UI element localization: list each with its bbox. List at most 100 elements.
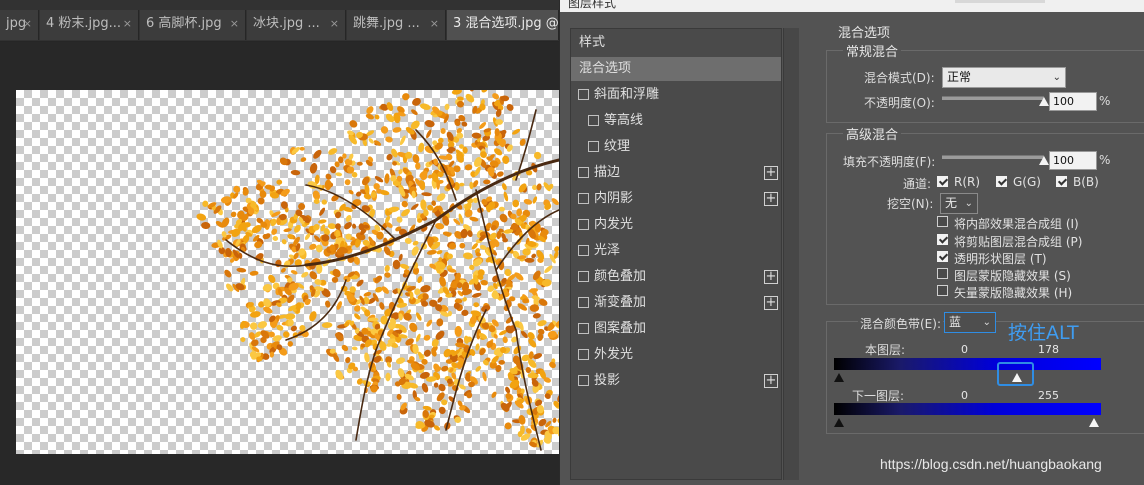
underlying-high-value: 255 [1038, 389, 1059, 402]
style-item-label: 纹理 [604, 139, 631, 154]
fill-opacity-slider[interactable] [942, 155, 1044, 159]
leaf [418, 142, 425, 153]
chevron-down-icon: ⌄ [982, 317, 991, 328]
style-item-label: 描边 [594, 165, 621, 180]
channel-r-checkbox[interactable] [937, 176, 948, 187]
opacity-slider-thumb[interactable] [1039, 97, 1049, 106]
style-item-satin[interactable]: 光泽 [571, 239, 781, 263]
close-icon[interactable]: × [123, 10, 132, 38]
style-item-outer-glow[interactable]: 外发光 [571, 343, 781, 367]
style-checkbox[interactable] [588, 115, 599, 126]
leaf [328, 148, 338, 155]
style-checkbox[interactable] [578, 219, 589, 230]
style-item-pattern-overlay[interactable]: 图案叠加 [571, 317, 781, 341]
close-icon[interactable]: × [230, 10, 239, 38]
blend-mode-select[interactable]: 正常 ⌄ [942, 67, 1066, 88]
document-tab-active[interactable]: 3 混合选项.jpg @ [447, 10, 559, 40]
add-style-icon[interactable]: + [764, 192, 778, 206]
style-checkbox[interactable] [578, 245, 589, 256]
dialog-title: 图层样式 [568, 0, 617, 10]
leaf [374, 176, 384, 183]
document-tab[interactable]: 6 高脚杯.jpg × [140, 10, 246, 40]
channel-g-checkbox[interactable] [996, 176, 1007, 187]
document-canvas[interactable] [16, 90, 559, 454]
style-checkbox[interactable] [578, 167, 589, 178]
leaf [437, 296, 443, 303]
watermark-text: https://blog.csdn.net/huangbaokang [880, 456, 1102, 472]
blend-interior-effects-label: 将内部效果混合成组 (I) [954, 217, 1079, 231]
leaf [461, 121, 468, 127]
this-layer-low-value: 0 [961, 343, 968, 356]
leaf [431, 200, 437, 206]
close-icon[interactable]: × [330, 10, 339, 38]
style-item-styles[interactable]: 样式 [571, 31, 781, 55]
dialog-titlebar[interactable]: 图层样式 [560, 0, 1144, 12]
style-checkbox[interactable] [578, 89, 589, 100]
this-layer-black-slider[interactable] [834, 373, 844, 382]
leaf [525, 367, 532, 373]
document-tab[interactable]: 冰块.jpg ... × [247, 10, 346, 40]
style-item-contour[interactable]: 等高线 [571, 109, 781, 133]
close-icon[interactable]: × [430, 10, 439, 38]
leaf [454, 325, 462, 337]
opacity-input[interactable]: 100 [1049, 92, 1097, 111]
style-item-texture[interactable]: 纹理 [571, 135, 781, 159]
style-checkbox[interactable] [578, 297, 589, 308]
leaf [410, 203, 419, 210]
blend-options-title: 混合选项 [838, 26, 891, 41]
style-item-blend-options[interactable]: 混合选项 [571, 57, 781, 81]
add-style-icon[interactable]: + [764, 374, 778, 388]
style-item-inner-shadow[interactable]: 内阴影 + [571, 187, 781, 211]
style-item-drop-shadow[interactable]: 投影 + [571, 369, 781, 393]
style-checkbox[interactable] [578, 193, 589, 204]
style-item-label: 光泽 [594, 243, 621, 258]
style-item-label: 斜面和浮雕 [594, 87, 660, 102]
style-checkbox[interactable] [578, 349, 589, 360]
fill-opacity-input[interactable]: 100 [1049, 151, 1097, 170]
add-style-icon[interactable]: + [764, 270, 778, 284]
style-checkbox[interactable] [578, 271, 589, 282]
layer-mask-hides-checkbox[interactable] [937, 268, 948, 279]
blend-clipped-layers-checkbox[interactable] [937, 234, 948, 245]
add-style-icon[interactable]: + [764, 166, 778, 180]
leaf [196, 213, 207, 221]
fill-opacity-slider-thumb[interactable] [1039, 156, 1049, 165]
leaf [379, 302, 385, 310]
underlying-black-slider[interactable] [834, 418, 844, 427]
document-tab[interactable]: jpg × [0, 10, 39, 40]
document-tab[interactable]: 4 粉末.jpg... × [40, 10, 139, 40]
style-item-inner-glow[interactable]: 内发光 [571, 213, 781, 237]
opacity-slider[interactable] [942, 96, 1044, 100]
style-item-stroke[interactable]: 描边 + [571, 161, 781, 185]
leaf [321, 322, 333, 329]
leaf [319, 207, 326, 216]
leaf [496, 171, 504, 177]
knockout-select[interactable]: 无 ⌄ [940, 193, 978, 214]
leaf [356, 279, 364, 287]
leaf [385, 372, 391, 382]
vector-mask-hides-checkbox[interactable] [937, 285, 948, 296]
leaf [551, 198, 559, 206]
style-item-bevel-emboss[interactable]: 斜面和浮雕 [571, 83, 781, 107]
leaf [398, 253, 403, 262]
canvas-area[interactable] [0, 42, 559, 485]
leaf [464, 164, 473, 171]
leaf [537, 320, 547, 327]
transparency-shapes-checkbox[interactable] [937, 251, 948, 262]
style-list-scrollbar[interactable] [783, 28, 799, 480]
style-checkbox[interactable] [588, 141, 599, 152]
style-item-color-overlay[interactable]: 颜色叠加 + [571, 265, 781, 289]
channel-b-checkbox[interactable] [1056, 176, 1067, 187]
blend-if-select[interactable]: 蓝 ⌄ [944, 312, 996, 333]
close-icon[interactable]: × [23, 10, 32, 38]
leaf [399, 263, 410, 270]
style-checkbox[interactable] [578, 323, 589, 334]
underlying-white-slider[interactable] [1089, 418, 1099, 427]
style-item-gradient-overlay[interactable]: 渐变叠加 + [571, 291, 781, 315]
leaf [368, 138, 374, 144]
leaf [552, 417, 557, 423]
add-style-icon[interactable]: + [764, 296, 778, 310]
blend-interior-effects-checkbox[interactable] [937, 216, 948, 227]
style-checkbox[interactable] [578, 375, 589, 386]
document-tab[interactable]: 跳舞.jpg ... × [347, 10, 446, 40]
